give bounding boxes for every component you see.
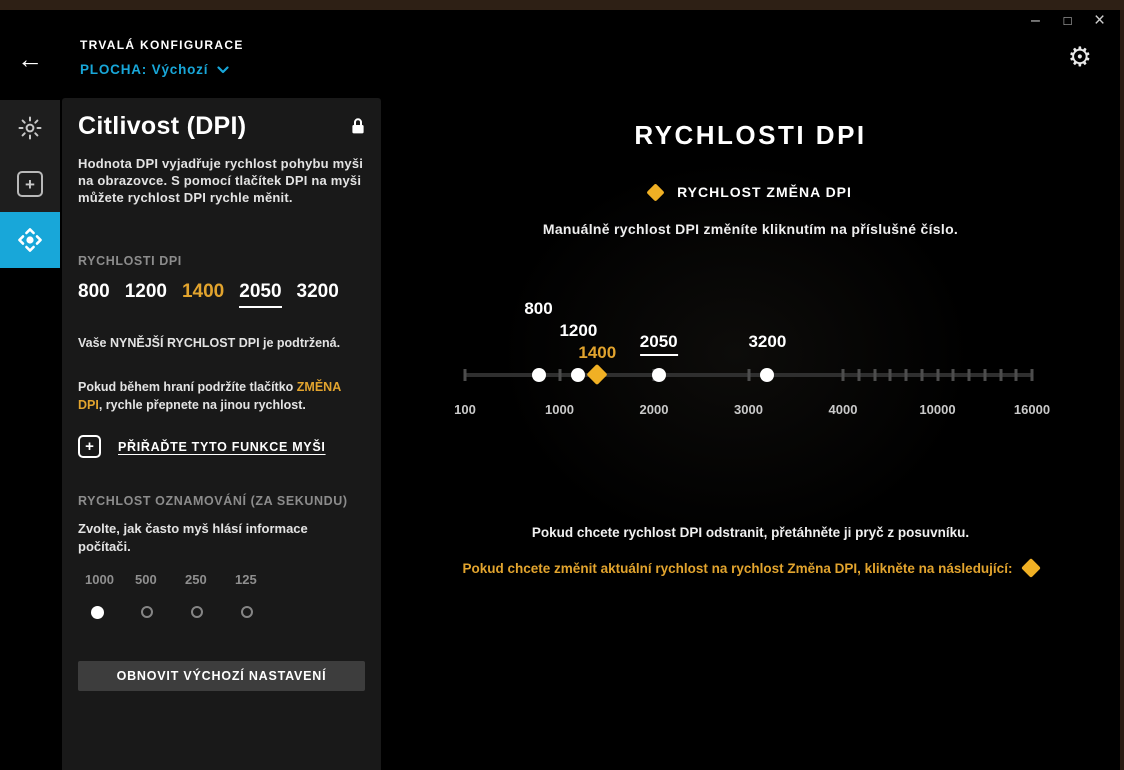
slider-tick-9000 [920,369,924,381]
panel-dpi-value-2050[interactable]: 2050 [239,281,282,308]
profile-label: PLOCHA: Výchozí [80,62,209,77]
config-eyebrow: TRVALÁ KONFIGURACE [80,38,244,52]
sidebar-item-lighting[interactable] [0,100,60,156]
dpi-shift-legend: RYCHLOST ZMĚNA DPI [381,182,1120,202]
slider-tick-14000 [999,369,1002,381]
dpi-slider[interactable]: 100 1000 2000 3000 4000 10000 16000 800 1200 1400… [454,299,1050,430]
window-top-border [0,0,1124,10]
assign-link-label: PŘIŘAĎTE TYTO FUNKCE MYŠI [118,439,326,454]
dpi-marker-2050[interactable] [651,368,666,382]
dpi-marker-800[interactable] [531,368,546,382]
dpi-marker-3200[interactable] [760,368,775,382]
dpi-marker-label-1400[interactable]: 1400 [578,343,616,363]
slider-tick-4000 [841,369,845,381]
report-rate-radio-125[interactable] [241,606,253,618]
report-rate-option-label: 250 [185,572,207,587]
lock-icon [352,118,364,134]
dpi-shift-diamond-icon [646,182,665,202]
sidebar-item-dpi-sensitivity[interactable] [0,212,60,268]
dpi-marker-1200[interactable] [571,368,586,382]
panel-dpi-value-800[interactable]: 800 [78,281,110,303]
chevron-down-icon [217,65,229,73]
slider-instructions: Manuálně rychlost DPI změníte kliknutím … [542,221,959,237]
plus-square-icon: + [78,435,101,458]
slider-tick-100 [463,369,467,381]
panel-dpi-value-3200[interactable]: 3200 [297,281,339,303]
dpi-shift-diamond-icon[interactable] [1021,558,1042,578]
note-current-dpi: Vaše NYNĚJŠÍ RYCHLOST DPI je podtržená. [78,336,341,350]
slider-tick-16000 [1030,369,1034,381]
slider-axis-label-16000: 16000 [1013,402,1051,417]
titlebar-controls: – □ × [1027,10,1108,31]
main-title: RYCHLOSTI DPI [634,120,867,150]
panel-title: Citlivost (DPI) [78,112,247,140]
slider-tick-1000 [558,369,561,381]
note-shift-pre: Pokud během hraní podržíte tlačítko [78,380,297,394]
maximize-button[interactable]: □ [1059,12,1076,29]
slider-tick-13000 [983,369,987,381]
dpi-settings-panel: Citlivost (DPI) Hodnota DPI vyjadřuje ry… [62,98,381,770]
profile-selector[interactable]: PLOCHA: Výchozí [80,62,244,77]
slider-tick-15000 [1014,369,1018,381]
panel-description: Hodnota DPI vyjadřuje rychlost pohybu my… [78,156,364,205]
dpi-marker-label-1200[interactable]: 1200 [559,321,597,341]
dpi-section-label: RYCHLOSTI DPI [78,254,182,268]
note-shift-post: , rychle přepnete na jinou rychlost. [98,398,306,412]
close-button[interactable]: × [1091,10,1108,31]
dpi-values-row: 800 1200 1400 2050 3200 [78,281,365,308]
header: TRVALÁ KONFIGURACE PLOCHA: Výchozí [80,38,244,77]
report-rate-options: 1000 500 250 125 [78,572,365,619]
slider-axis-label-4000: 4000 [828,402,858,417]
dpi-marker-label-2050[interactable]: 2050 [639,332,678,356]
plus-square-icon: + [17,171,43,197]
slider-tick-7000 [888,369,892,381]
slider-axis-label-10000: 10000 [919,402,956,417]
report-rate-radio-500[interactable] [141,606,153,618]
slider-axis-label-3000: 3000 [734,402,763,417]
report-rate-option-125: 125 [228,572,278,619]
panel-dpi-value-1200[interactable]: 1200 [125,281,167,303]
dpi-marker-label-800[interactable]: 800 [524,299,552,319]
report-rate-radio-1000[interactable] [91,606,104,619]
slider-axis-label-100: 100 [454,402,476,417]
report-rate-label: RYCHLOST OZNAMOVÁNÍ (ZA SEKUNDU) [78,494,348,508]
hint-shift-text: Pokud chcete změnit aktuální rychlost na… [462,561,1013,576]
sidebar: + [0,100,60,268]
slider-tick-10000 [936,369,939,381]
report-rate-option-label: 1000 [85,572,114,587]
dpi-shift-legend-label: RYCHLOST ZMĚNA DPI [677,184,852,200]
slider-axis-label-2000: 2000 [639,402,669,417]
assign-functions-link[interactable]: + PŘIŘAĎTE TYTO FUNKCE MYŠI [78,435,365,458]
report-rate-option-250: 250 [178,572,228,619]
sun-icon [18,116,42,140]
move-icon [18,228,42,252]
report-rate-option-label: 500 [135,572,157,587]
report-rate-option-1000: 1000 [78,572,128,619]
dpi-marker-label-3200[interactable]: 3200 [748,332,786,352]
slider-tick-6000 [873,369,876,381]
slider-tick-12000 [967,369,971,381]
report-rate-radio-250[interactable] [191,606,203,618]
slider-tick-11000 [951,369,955,381]
slider-axis-label-1000: 1000 [545,402,574,417]
dpi-marker-1400[interactable] [586,363,608,386]
slider-tick-8000 [904,369,908,381]
minimize-button[interactable]: – [1027,12,1044,29]
report-rate-help: Zvolte, jak často myš hlásí informace po… [78,521,308,554]
sidebar-item-assignments[interactable]: + [0,156,60,212]
panel-dpi-value-1400[interactable]: 1400 [182,281,224,303]
slider-tick-3000 [747,369,750,381]
note-dpi-shift: Pokud během hraní podržíte tlačítko ZMĚN… [78,378,365,414]
report-rate-option-label: 125 [235,572,257,587]
gear-icon[interactable]: ⚙ [1068,44,1092,71]
hint-remove-dpi: Pokud chcete rychlost DPI odstranit, pře… [531,525,970,540]
main-area: RYCHLOSTI DPI RYCHLOST ZMĚNA DPI Manuáln… [381,98,1120,770]
restore-defaults-button[interactable]: OBNOVIT VÝCHOZÍ NASTAVENÍ [78,661,365,691]
report-rate-option-500: 500 [128,572,178,619]
slider-tick-5000 [857,369,861,381]
back-arrow-icon[interactable]: ← [17,46,43,72]
hint-shift-dpi: Pokud chcete změnit aktuální rychlost na… [381,558,1120,578]
panel-header: Citlivost (DPI) [78,112,365,141]
window-right-border [1120,10,1124,770]
